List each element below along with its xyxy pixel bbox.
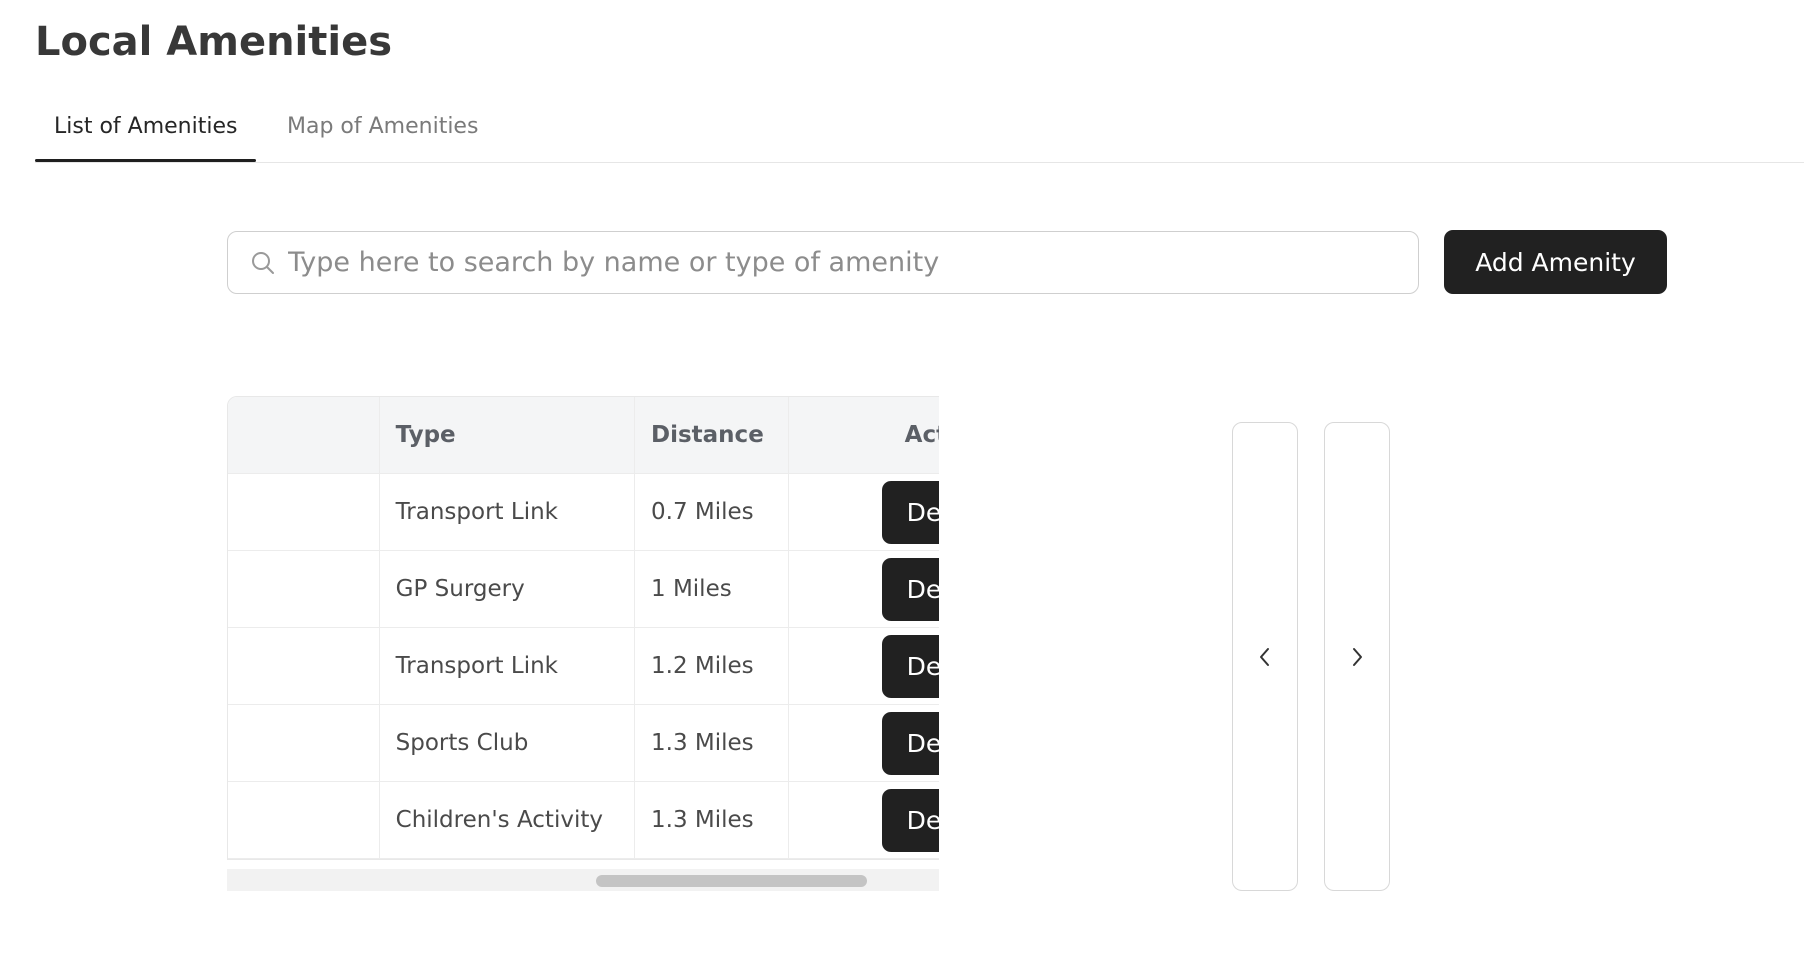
cell-name bbox=[228, 551, 380, 627]
cell-distance: 0.7 Miles bbox=[635, 474, 789, 550]
chevron-left-icon bbox=[1260, 648, 1269, 666]
table-row: Sports Club 1.3 Miles De bbox=[228, 705, 939, 782]
cell-name bbox=[228, 705, 380, 781]
cell-type: Transport Link bbox=[380, 628, 635, 704]
table-row: Transport Link 0.7 Miles De bbox=[228, 474, 939, 551]
horizontal-scrollbar[interactable] bbox=[227, 869, 939, 891]
cell-action: De bbox=[789, 782, 939, 858]
tab-bar: List of Amenities Map of Amenities bbox=[35, 100, 1804, 163]
details-button[interactable]: De bbox=[881, 635, 939, 698]
header-action: Act bbox=[789, 397, 939, 473]
cell-action: De bbox=[789, 551, 939, 627]
table-row: Transport Link 1.2 Miles De bbox=[228, 628, 939, 705]
scrollbar-thumb[interactable] bbox=[596, 875, 867, 887]
amenities-table: Type Distance Act Transport Link 0.7 Mil… bbox=[227, 396, 939, 860]
amenities-table-viewport: Type Distance Act Transport Link 0.7 Mil… bbox=[227, 396, 939, 891]
details-button[interactable]: De bbox=[881, 558, 939, 621]
search-input[interactable] bbox=[288, 240, 1398, 285]
previous-button[interactable] bbox=[1232, 422, 1298, 891]
cell-name bbox=[228, 628, 380, 704]
details-button[interactable]: De bbox=[881, 789, 939, 852]
table-header-row: Type Distance Act bbox=[228, 397, 939, 474]
details-button[interactable]: De bbox=[881, 481, 939, 544]
cell-type: Sports Club bbox=[380, 705, 635, 781]
search-icon bbox=[252, 252, 274, 274]
cell-name bbox=[228, 782, 380, 858]
table-row: GP Surgery 1 Miles De bbox=[228, 551, 939, 628]
cell-type: Transport Link bbox=[380, 474, 635, 550]
cell-action: De bbox=[789, 628, 939, 704]
header-distance: Distance bbox=[635, 397, 789, 473]
cell-type: Children's Activity bbox=[380, 782, 635, 858]
table-row: Children's Activity 1.3 Miles De bbox=[228, 782, 939, 859]
tab-list-of-amenities[interactable]: List of Amenities bbox=[54, 110, 237, 144]
tab-map-of-amenities[interactable]: Map of Amenities bbox=[287, 110, 478, 144]
page-title: Local Amenities bbox=[35, 19, 393, 65]
add-amenity-button[interactable]: Add Amenity bbox=[1444, 230, 1667, 294]
search-box[interactable] bbox=[227, 231, 1419, 294]
cell-distance: 1.2 Miles bbox=[635, 628, 789, 704]
cell-action: De bbox=[789, 705, 939, 781]
cell-type: GP Surgery bbox=[380, 551, 635, 627]
cell-distance: 1.3 Miles bbox=[635, 705, 789, 781]
active-tab-indicator bbox=[35, 159, 256, 162]
header-action-label: Act bbox=[904, 422, 939, 448]
cell-name bbox=[228, 474, 380, 550]
header-name bbox=[228, 397, 380, 473]
cell-action: De bbox=[789, 474, 939, 550]
cell-distance: 1 Miles bbox=[635, 551, 789, 627]
details-button[interactable]: De bbox=[881, 712, 939, 775]
chevron-right-icon bbox=[1353, 648, 1362, 666]
cell-distance: 1.3 Miles bbox=[635, 782, 789, 858]
header-type: Type bbox=[380, 397, 635, 473]
next-button[interactable] bbox=[1324, 422, 1390, 891]
